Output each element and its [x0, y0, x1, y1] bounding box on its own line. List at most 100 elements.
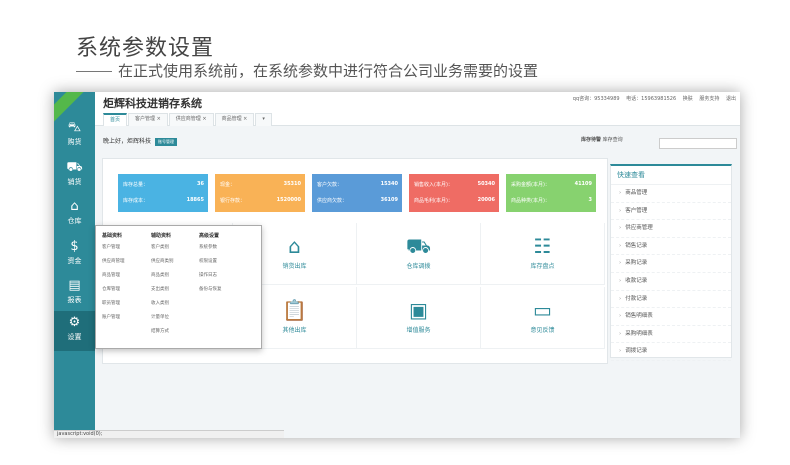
- quick-view-item[interactable]: 销售记录: [611, 238, 731, 256]
- stat-label: 库存总量：: [123, 182, 149, 188]
- flyout-option[interactable]: 客户类别: [151, 241, 199, 255]
- quick-view-item[interactable]: 销售明细表: [611, 308, 731, 326]
- support-link[interactable]: 服务支持: [699, 96, 719, 102]
- quick-view-item[interactable]: 收款记录: [611, 273, 731, 291]
- sidebar-item-sales[interactable]: ⛟ 销货: [54, 156, 95, 192]
- stat-label: 采购金额(本月)：: [511, 182, 550, 188]
- shortcut-cell[interactable]: ☷ 库存盘点: [481, 223, 605, 285]
- stat-card[interactable]: 采购金额(本月)： 41109 商品种类(本月)： 3: [506, 174, 596, 212]
- stat-label: 商品种类(本月)：: [511, 198, 550, 204]
- tab-suppliers[interactable]: 供应商管理 ×: [168, 113, 214, 126]
- account-badge[interactable]: 账号管理: [155, 138, 178, 146]
- box-icon: ▣: [409, 298, 428, 322]
- quick-view-panel: 快速查看 商品管理客户管理供应商管理销售记录采购记录收款记录付款记录销售明细表采…: [610, 164, 732, 361]
- quick-view-list: 商品管理客户管理供应商管理销售记录采购记录收款记录付款记录销售明细表采购明细表调…: [611, 185, 731, 361]
- stat-card[interactable]: 库存总量： 36 库存成本： 18865: [118, 174, 208, 212]
- subtitle-text: 在正式使用系统前，在系统参数中进行符合公司业务需要的设置: [118, 62, 539, 80]
- greeting: 晚上好，炬辉科技 账号管理: [103, 136, 178, 146]
- flyout-option[interactable]: 商品管理: [102, 269, 150, 283]
- quick-view-item[interactable]: 采购记录: [611, 255, 731, 273]
- flyout-option[interactable]: 结算方式: [151, 325, 199, 339]
- flyout-option[interactable]: 客户管理: [102, 241, 150, 255]
- tab-customers[interactable]: 客户管理 ×: [128, 113, 168, 126]
- quick-view-item[interactable]: 调拨记录: [611, 343, 731, 361]
- stat-value: 41109: [574, 181, 592, 187]
- shortcut-label: 意见反馈: [530, 327, 555, 334]
- stat-card[interactable]: 销售收入(本月)： 50340 商品毛利(本月)： 20006: [409, 174, 499, 212]
- flyout-option[interactable]: 商品类别: [151, 269, 199, 283]
- tab-products[interactable]: 商品管理 ×: [214, 113, 255, 126]
- app-window: ⛍ 购货 ⛟ 销货 ⌂ 仓库 $ 资金 ▤ 报表 ⚙ 设置 炬辉科技进销存系统 qq咨询：9…: [54, 92, 740, 438]
- shortcut-label: 仓库调拨: [406, 263, 431, 270]
- monitor-icon: ▭: [533, 298, 552, 322]
- stat-label: 客户欠款：: [317, 182, 343, 188]
- flyout-options: 客户管理 供应商管理 商品管理 仓库管理 职员管理 账户管理: [102, 241, 150, 325]
- tab-home[interactable]: 首页: [103, 113, 128, 126]
- dollar-icon: $: [70, 239, 79, 254]
- stock-alert-label[interactable]: 库存待警: [581, 137, 601, 143]
- flyout-option[interactable]: 系统参数: [199, 241, 247, 255]
- flyout-option[interactable]: 仓库管理: [102, 283, 150, 297]
- top-bar: 炬辉科技进销存系统 qq咨询：95334989 电话：15963981526 换…: [95, 92, 740, 126]
- logout-link[interactable]: 退出: [726, 96, 736, 102]
- stock-query-label: 库存查询: [602, 137, 623, 143]
- stat-value: 15340: [380, 181, 398, 187]
- flyout-option[interactable]: 账户管理: [102, 311, 150, 325]
- flyout-option[interactable]: 权限设置: [199, 255, 247, 269]
- sidebar-item-purchase[interactable]: ⛍ 购货: [54, 116, 95, 152]
- dash-divider: [76, 71, 112, 72]
- sidebar: ⛍ 购货 ⛟ 销货 ⌂ 仓库 $ 资金 ▤ 报表 ⚙ 设置: [54, 92, 95, 438]
- flyout-option[interactable]: 职员管理: [102, 297, 150, 311]
- checklist-icon: ☷: [533, 234, 552, 258]
- shortcut-cell[interactable]: ⛟ 仓库调拨: [357, 223, 481, 285]
- flyout-option[interactable]: 供应商类别: [151, 255, 199, 269]
- page-subtitle: 在正式使用系统前，在系统参数中进行符合公司业务需要的设置: [76, 60, 538, 81]
- quick-view-item[interactable]: 商品管理: [611, 185, 731, 203]
- stat-label: 销售收入(本月)：: [414, 182, 453, 188]
- sidebar-item-settings[interactable]: ⚙ 设置: [54, 311, 95, 351]
- quick-view-item[interactable]: 采购明细表: [611, 326, 731, 344]
- shortcut-label: 库存盘点: [530, 263, 555, 270]
- stat-label: 供应商欠款：: [317, 198, 348, 204]
- flyout-options: 客户类别 供应商类别 商品类别 支出类别 收入类别 计量单位 结算方式: [151, 241, 199, 339]
- search-labels: 库存待警 库存查询: [581, 136, 623, 143]
- greeting-text: 晚上好，炬辉科技: [103, 138, 152, 145]
- tab-bar: 首页 客户管理 × 供应商管理 × 商品管理 × ▾: [103, 113, 273, 126]
- settings-flyout-menu: 基础资料 客户管理 供应商管理 商品管理 仓库管理 职员管理 账户管理 辅助资料 客户类别…: [95, 225, 262, 349]
- stat-label: 银行存款：: [220, 198, 246, 204]
- shortcut-cell[interactable]: ▣ 增值服务: [357, 287, 481, 349]
- phone-contact: 电话：15963981526: [626, 96, 677, 102]
- stat-value: 36: [197, 181, 204, 187]
- sidebar-item-reports[interactable]: ▤ 报表: [54, 274, 95, 310]
- page-title: 系统参数设置: [76, 36, 215, 61]
- flyout-option[interactable]: 操作日志: [199, 269, 247, 283]
- stat-value: 36109: [380, 197, 398, 203]
- quick-view-item[interactable]: 付款记录: [611, 291, 731, 309]
- flyout-option[interactable]: 供应商管理: [102, 255, 150, 269]
- sidebar-item-funds[interactable]: $ 资金: [54, 235, 95, 271]
- flyout-option[interactable]: 计量单位: [151, 311, 199, 325]
- cart-icon: ⛍: [67, 120, 82, 135]
- search-input[interactable]: [659, 138, 737, 149]
- flyout-option[interactable]: 支出类别: [151, 283, 199, 297]
- stat-value: 35310: [283, 181, 301, 187]
- stat-label: 商品毛利(本月)：: [414, 198, 453, 204]
- skin-link[interactable]: 换肤: [683, 96, 693, 102]
- shortcut-cell[interactable]: ▭ 意见反馈: [481, 287, 605, 349]
- flyout-heading: 高级设置: [199, 233, 220, 239]
- quick-view-title: 快速查看: [611, 166, 731, 185]
- user-links: qq咨询：95334989 电话：15963981526 换肤 服务支持 退出: [568, 95, 736, 102]
- truck-icon: ⛟: [405, 234, 432, 258]
- report-icon: ▤: [68, 278, 81, 293]
- flyout-heading: 辅助资料: [151, 233, 172, 239]
- stat-card[interactable]: 现金： 35310 银行存款： 1520000: [215, 174, 305, 212]
- flyout-option[interactable]: 收入类别: [151, 297, 199, 311]
- gear-icon: ⚙: [68, 315, 81, 330]
- flyout-column-auxiliary: 辅助资料 客户类别 供应商类别 商品类别 支出类别 收入类别 计量单位 结算方式: [151, 232, 199, 339]
- quick-view-item[interactable]: 供应商管理: [611, 220, 731, 238]
- sidebar-item-warehouse[interactable]: ⌂ 仓库: [54, 195, 95, 231]
- flyout-option[interactable]: 备份与恢复: [199, 283, 247, 297]
- quick-view-item[interactable]: 客户管理: [611, 203, 731, 221]
- tab-more[interactable]: ▾: [255, 113, 272, 126]
- stat-card[interactable]: 客户欠款： 15340 供应商欠款： 36109: [312, 174, 402, 212]
